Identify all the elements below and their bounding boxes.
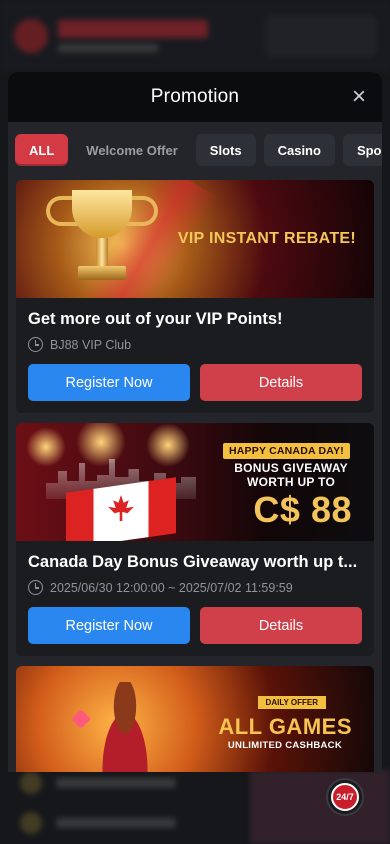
banner-amount: C$ 88 (253, 489, 352, 530)
tab-sports[interactable]: Spo (342, 134, 382, 166)
card-body: Get more out of your VIP Points! BJ88 VI… (16, 310, 374, 401)
close-icon[interactable]: × (348, 85, 370, 109)
register-now-button[interactable]: Register Now (28, 364, 190, 401)
banner-badge: HAPPY CANADA DAY! (222, 443, 350, 459)
promotion-card: HAPPY CANADA DAY! BONUS GIVEAWAY WORTH U… (16, 423, 374, 656)
menu-label (56, 778, 176, 788)
menu-icon (20, 812, 42, 834)
banner-line-2: WORTH UP TO (247, 475, 336, 489)
register-now-button[interactable]: Register Now (28, 607, 190, 644)
menu-icon (20, 772, 42, 794)
firework-decoration (76, 423, 126, 467)
promotion-meta: 2025/06/30 12:00:00 ~ 2025/07/02 11:59:5… (28, 580, 362, 595)
tab-casino[interactable]: Casino (263, 134, 335, 166)
brand-name (58, 20, 208, 38)
promotion-banner[interactable]: HAPPY CANADA DAY! BONUS GIVEAWAY WORTH U… (16, 423, 374, 541)
promotion-banner[interactable]: DAILY OFFER ALL GAMES UNLIMITED CASHBACK (16, 666, 374, 772)
promotion-title: Canada Day Bonus Giveaway worth up t... (28, 553, 358, 571)
card-actions: Register Now Details (28, 364, 362, 401)
background-card (250, 770, 390, 844)
banner-badge: DAILY OFFER (257, 696, 326, 709)
promotion-list: VIP INSTANT REBATE! Get more out of your… (8, 180, 382, 772)
category-tabs: ALL Welcome Offer Slots Casino Spo (8, 122, 382, 180)
brand-logo (14, 19, 48, 53)
promotion-meta-text: BJ88 VIP Club (50, 337, 132, 352)
heart-icon (71, 709, 91, 729)
banner-line-1: BONUS GIVEAWAY (234, 461, 348, 475)
clock-icon (28, 580, 43, 595)
brand-subtitle (58, 44, 158, 52)
tab-slots[interactable]: Slots (195, 134, 256, 166)
header-actions (266, 16, 376, 56)
card-actions: Register Now Details (28, 607, 362, 644)
card-body: Canada Day Bonus Giveaway worth up t... … (16, 553, 374, 644)
background-header (0, 0, 390, 72)
banner-headline: VIP INSTANT REBATE! (177, 230, 356, 247)
modal-title: Promotion (150, 86, 240, 107)
customer-support-button[interactable]: 24/7 (326, 778, 364, 816)
firework-decoration (26, 427, 66, 467)
banner-subtext: UNLIMITED CASHBACK (227, 740, 342, 751)
clock-icon (28, 337, 43, 352)
promotion-date-range: 2025/06/30 12:00:00 ~ 2025/07/02 11:59:5… (50, 580, 293, 595)
tab-all[interactable]: ALL (15, 134, 69, 166)
promotion-modal: Promotion × ALL Welcome Offer Slots Casi… (8, 72, 382, 772)
details-button[interactable]: Details (200, 607, 362, 644)
woman-image (90, 682, 160, 772)
promotion-title: Get more out of your VIP Points! (28, 310, 283, 328)
promotion-card: VIP INSTANT REBATE! Get more out of your… (16, 180, 374, 413)
banner-headline: ALL GAMES (218, 714, 352, 739)
headset-icon: 24/7 (331, 783, 359, 811)
trophy-base (78, 266, 126, 280)
brand-text (58, 20, 208, 52)
tab-welcome-offer[interactable]: Welcome Offer (76, 134, 188, 166)
details-button[interactable]: Details (200, 364, 362, 401)
promotion-banner[interactable]: VIP INSTANT REBATE! (16, 180, 374, 298)
modal-header: Promotion × (8, 72, 382, 122)
banner-subtext: BONUS GIVEAWAY WORTH UP TO (234, 461, 348, 489)
trophy-stem (96, 238, 108, 268)
firework-decoration (146, 423, 190, 467)
promotion-meta: BJ88 VIP Club (28, 337, 362, 352)
promotion-card: DAILY OFFER ALL GAMES UNLIMITED CASHBACK (16, 666, 374, 772)
menu-label (56, 818, 176, 828)
